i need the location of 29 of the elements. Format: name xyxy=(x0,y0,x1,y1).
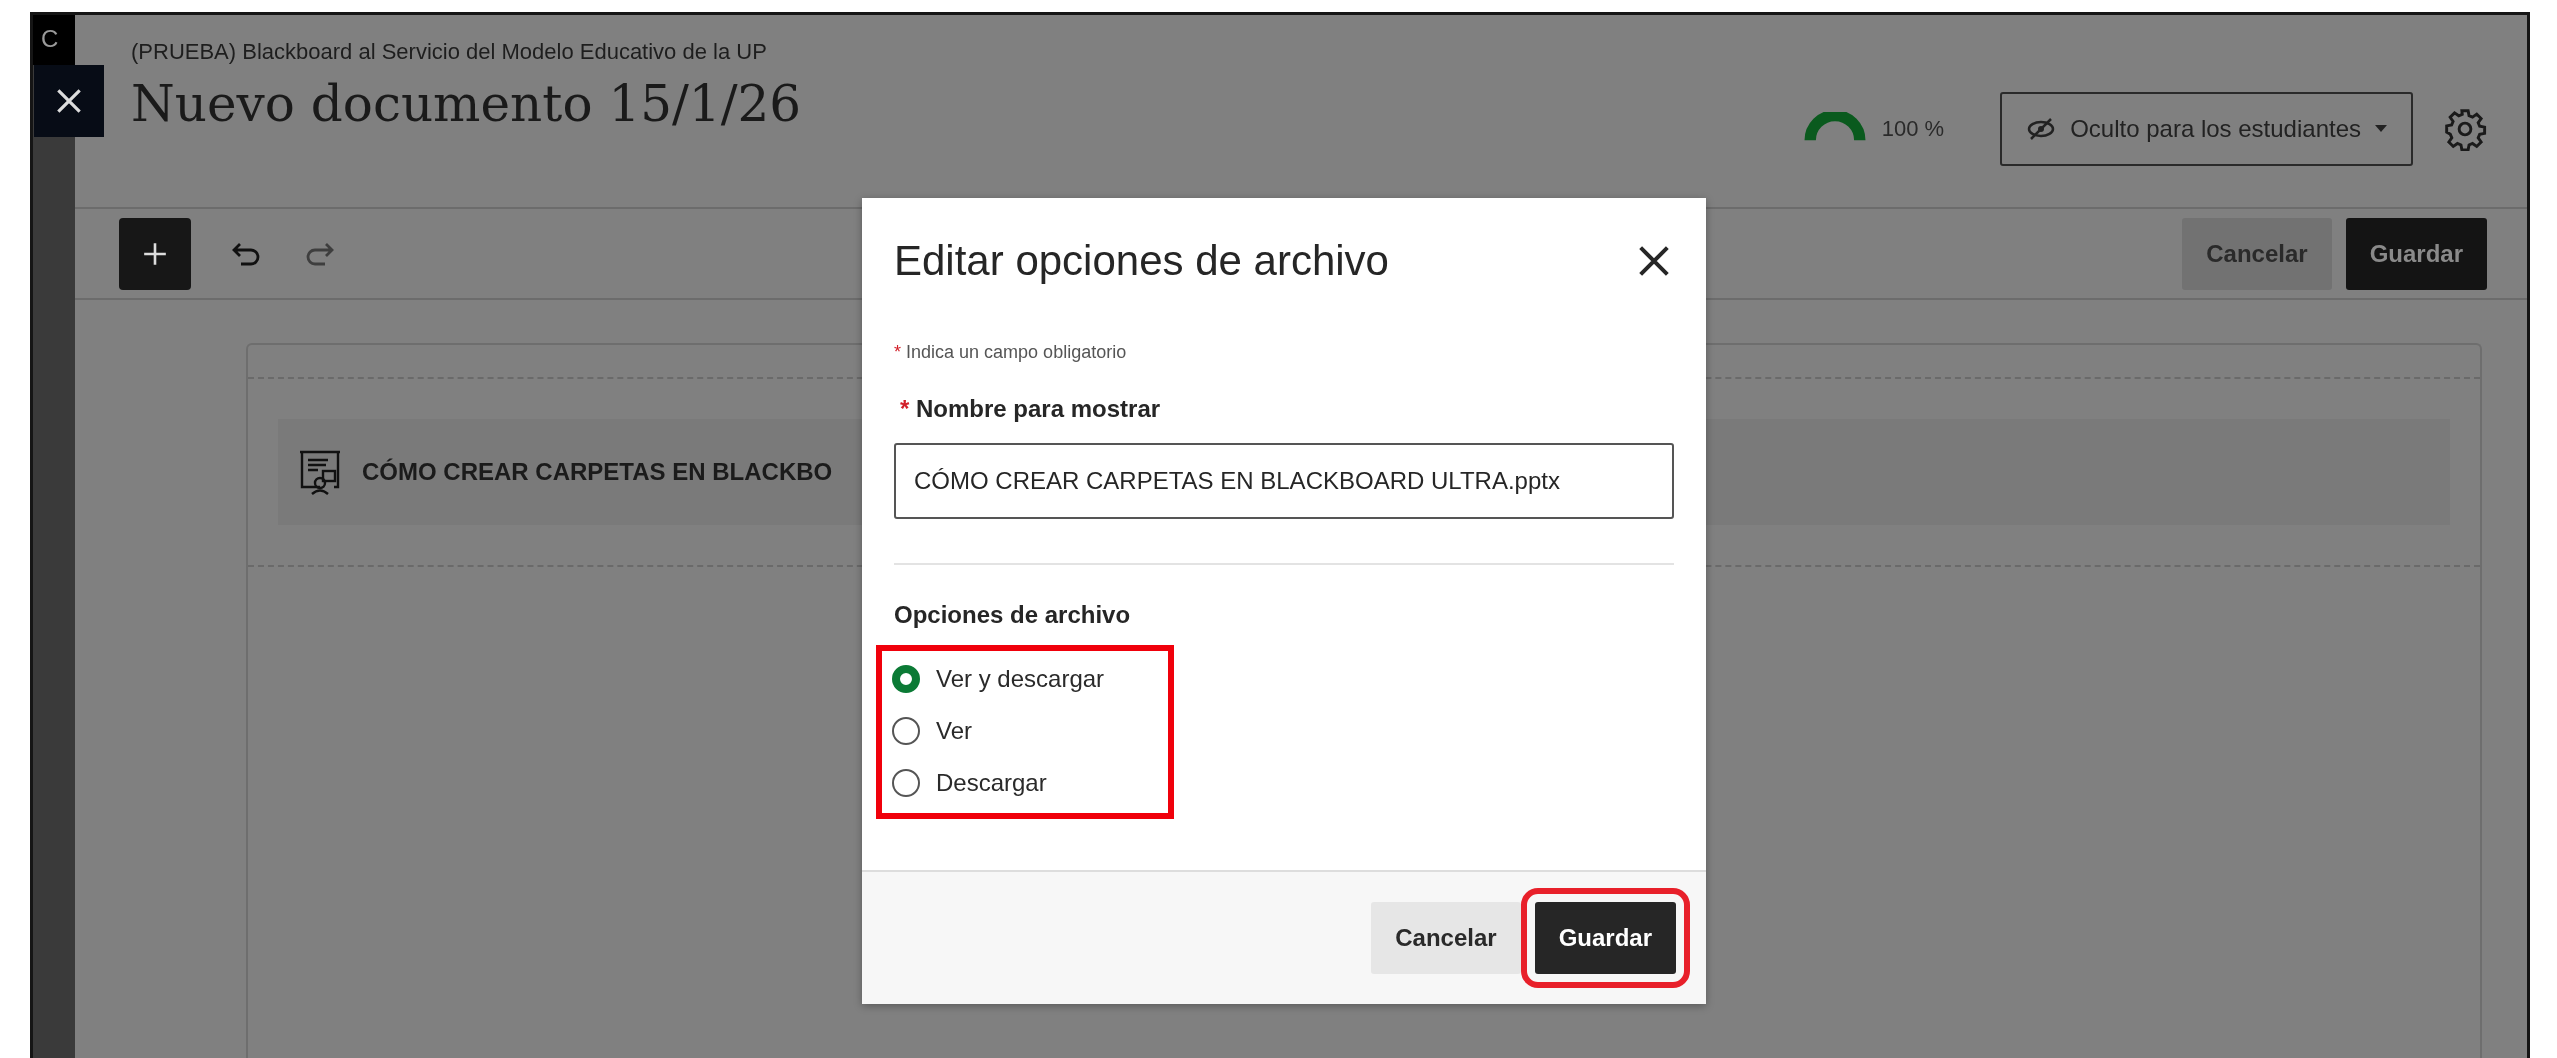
radio-button[interactable] xyxy=(892,717,920,745)
settings-icon[interactable] xyxy=(2443,107,2487,151)
options-label: Opciones de archivo xyxy=(894,601,1132,629)
name-input-field[interactable]: CÓMO CREAR CARPETAS EN BLACKBOARD ULTRA.pptx xyxy=(894,443,1674,519)
option-label: Ver xyxy=(936,717,973,745)
option-label: Ver y descargar xyxy=(936,665,1105,693)
radio-button[interactable] xyxy=(892,769,920,797)
progress-reading: 100 % xyxy=(1881,116,1945,142)
caret-icon xyxy=(2375,125,2387,133)
radio-option[interactable]: Descargar xyxy=(892,769,1158,797)
radio-option[interactable]: Ver y descargar xyxy=(892,665,1158,693)
add-button[interactable] xyxy=(119,217,191,290)
cancel-button[interactable]: Cancelar xyxy=(1371,902,1521,974)
close-button[interactable] xyxy=(34,65,104,137)
save-button[interactable]: Guardar xyxy=(2345,217,2487,290)
hidden-eye-icon xyxy=(2026,117,2057,141)
item-title: CÓMO CREAR CARPETAS EN BLACKBO xyxy=(362,458,833,486)
plus-icon xyxy=(142,240,168,267)
option-label: Descargar xyxy=(936,769,1047,797)
course-title: (PRUEBA) Blackboard al Servicio del Modelo Educativo de la UP xyxy=(131,39,768,65)
save-button[interactable]: Guardar xyxy=(1534,902,1676,974)
page-title: Nuevo documento 15/1/26 xyxy=(131,75,802,133)
radio-button[interactable] xyxy=(892,665,920,693)
presentation-icon xyxy=(298,449,342,495)
required-note: * Indica un campo obligatorio xyxy=(894,342,1128,363)
edge-text: C xyxy=(33,15,75,65)
visibility-dropdown[interactable]: Oculto para los estudiantes xyxy=(2000,92,2413,166)
radio-option[interactable]: Ver xyxy=(892,717,1158,745)
dialog-title: Editar opciones de archivo xyxy=(894,237,1389,285)
